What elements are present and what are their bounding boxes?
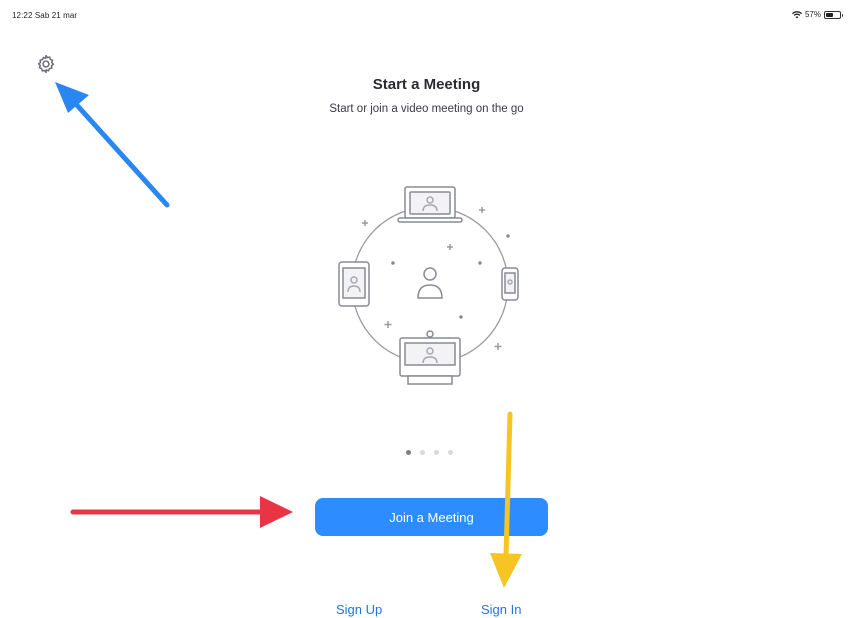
sign-up-link[interactable]: Sign Up [336, 602, 382, 617]
page-dot[interactable] [448, 450, 453, 455]
gear-icon [37, 54, 55, 74]
settings-button[interactable] [35, 53, 57, 75]
sign-in-link[interactable]: Sign In [481, 602, 521, 617]
status-indicators: 57% [791, 10, 843, 19]
page-indicator[interactable] [406, 450, 453, 455]
status-time-date: 12:22 Sab 21 mar [12, 11, 78, 20]
app-screen: 12:22 Sab 21 mar 57% Start a Meeting Sta… [0, 0, 853, 618]
battery-level-fill [826, 12, 833, 17]
page-title: Start a Meeting [372, 76, 481, 93]
battery-icon [824, 10, 843, 19]
blue-arrow-icon [55, 82, 170, 208]
page-dot[interactable] [420, 450, 425, 455]
wifi-icon [791, 10, 802, 18]
devices-network-icon [338, 186, 519, 385]
battery-percent: 57% [804, 10, 821, 19]
red-arrow-icon [70, 496, 293, 528]
page-dot[interactable] [434, 450, 439, 455]
page-dot[interactable] [406, 450, 411, 455]
page-subtitle: Start or join a video meeting on the go [329, 103, 524, 115]
join-meeting-button[interactable]: Join a Meeting [315, 498, 548, 536]
